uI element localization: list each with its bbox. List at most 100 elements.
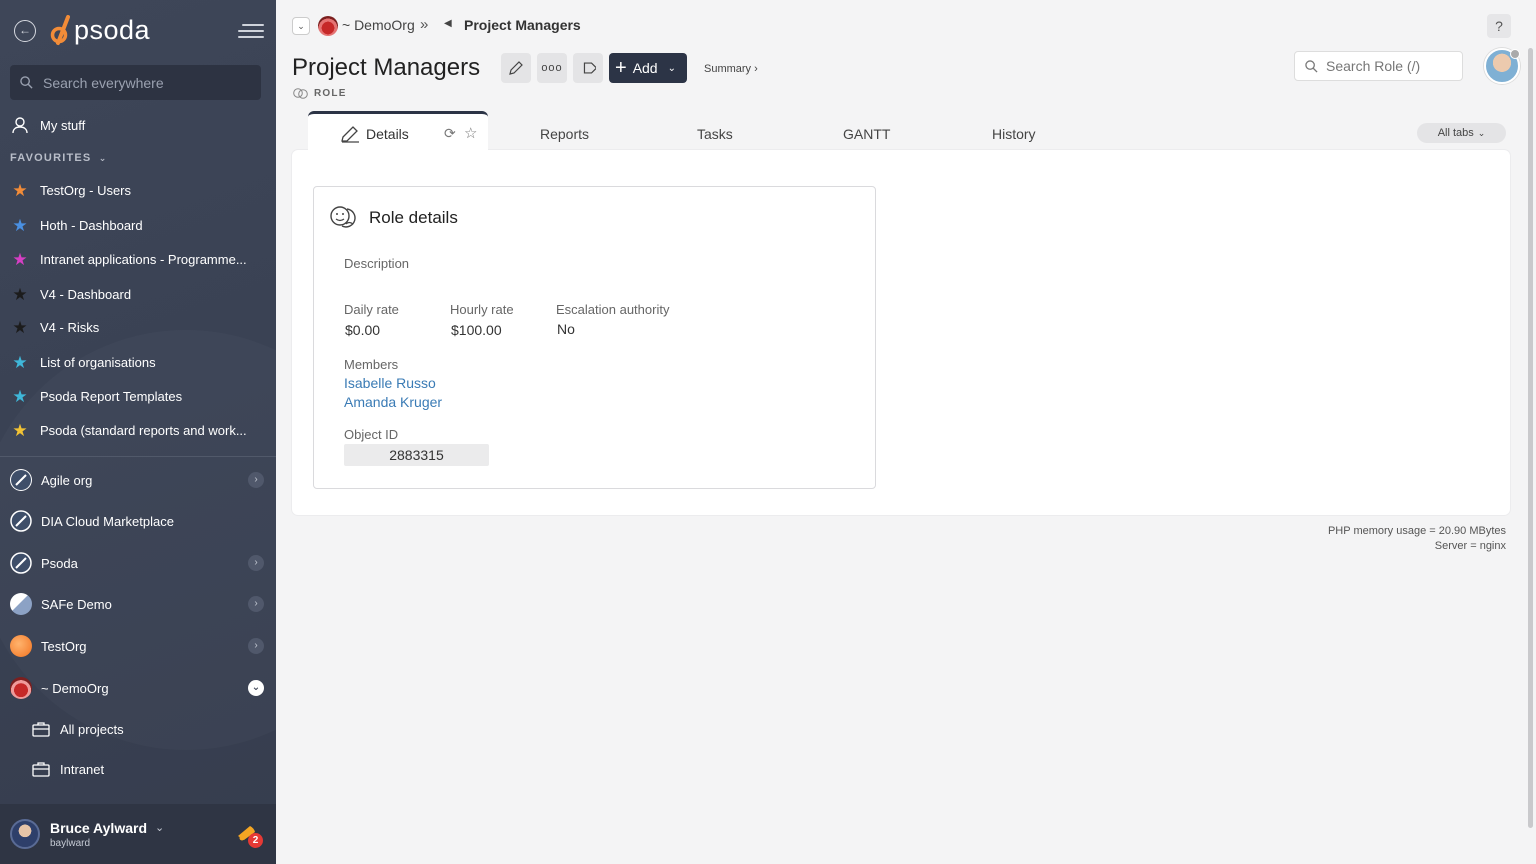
org-logo-icon [10, 469, 32, 491]
org-item-testorg[interactable]: TestOrg › [0, 626, 276, 666]
star-icon: ★ [12, 284, 28, 304]
org-item-demoorg[interactable]: ~ DemoOrg ⌄ [0, 668, 276, 708]
daily-rate-label: Daily rate [344, 302, 399, 317]
user-icon [10, 116, 30, 134]
role-search[interactable] [1294, 51, 1463, 81]
notification-count-badge: 2 [248, 833, 263, 848]
escalation-authority-value: No [557, 321, 575, 337]
chevron-right-icon[interactable]: › [248, 596, 264, 612]
chevron-down-icon: ⌄ [1477, 127, 1486, 138]
avatar [10, 819, 40, 849]
sidebar-item-all-projects[interactable]: All projects [0, 714, 276, 744]
favourite-item[interactable]: ★ Hoth - Dashboard [0, 210, 276, 240]
user-name: Bruce Aylward [50, 819, 147, 836]
favourite-item[interactable]: ★ V4 - Dashboard [0, 279, 276, 309]
description-label: Description [344, 256, 410, 271]
favourites-heading[interactable]: FAVOURITES ⌄ [10, 152, 108, 164]
chevron-down-icon[interactable]: ⌄ [248, 680, 264, 696]
org-item-dia-cloud[interactable]: DIA Cloud Marketplace [0, 501, 276, 541]
breadcrumb-dropdown[interactable]: ⌄ [292, 17, 310, 35]
star-icon: ★ [12, 249, 28, 269]
star-icon: ★ [12, 386, 28, 406]
favourite-item[interactable]: ★ List of organisations [0, 347, 276, 377]
global-search[interactable] [10, 65, 261, 100]
search-icon [20, 76, 33, 89]
members-label: Members [344, 357, 399, 372]
search-icon [1305, 59, 1318, 73]
tab-tasks[interactable]: Tasks [697, 126, 733, 142]
avatar[interactable] [1484, 48, 1520, 84]
role-details-title: Role details [369, 208, 458, 227]
member-link[interactable]: Amanda Kruger [344, 394, 442, 410]
star-outline-icon[interactable]: ☆ [464, 124, 477, 142]
chevron-right-icon[interactable]: › [248, 638, 264, 654]
hourly-rate-label: Hourly rate [450, 302, 514, 317]
org-item-safe-demo[interactable]: SAFe Demo › [0, 584, 276, 624]
org-logo-icon [10, 677, 32, 699]
sidebar-item-intranet[interactable]: Intranet [0, 754, 276, 784]
pencil-icon [341, 125, 359, 143]
org-logo-icon [318, 16, 338, 36]
pencil-icon [509, 61, 523, 75]
object-type: ROLE [293, 87, 347, 100]
add-button[interactable]: + Add ⌄ [609, 53, 687, 83]
tab-history[interactable]: History [992, 126, 1036, 142]
briefcase-icon [32, 761, 50, 777]
psoda-logo[interactable]: psoda [50, 12, 150, 48]
scrollbar-thumb[interactable] [1528, 48, 1533, 828]
role-masks-icon [293, 88, 308, 99]
user-login: baylward [50, 837, 91, 849]
refresh-icon[interactable]: ⟳ [444, 125, 456, 142]
sidebar-item-my-stuff[interactable]: My stuff [0, 110, 276, 140]
chevron-right-icon[interactable]: › [248, 555, 264, 571]
page-title: Project Managers [292, 54, 481, 81]
memory-usage: PHP memory usage = 20.90 MBytes [1327, 525, 1506, 537]
tab-gantt[interactable]: GANTT [843, 126, 890, 142]
chevron-down-icon: ⌄ [98, 153, 108, 163]
star-icon: ★ [12, 317, 28, 337]
breadcrumb-current: Project Managers [464, 17, 581, 33]
user-menu[interactable]: Bruce Aylward baylward ⌄ [0, 804, 276, 864]
favourite-item[interactable]: ★ Intranet applications - Programme... [0, 244, 276, 274]
tag-button[interactable] [573, 53, 603, 83]
star-icon: ★ [12, 420, 28, 440]
org-logo-icon [10, 552, 32, 574]
plus-icon: + [615, 56, 627, 79]
member-link[interactable]: Isabelle Russo [344, 375, 436, 391]
favourite-item[interactable]: ★ Psoda (standard reports and work... [0, 415, 276, 445]
favourite-item[interactable]: ★ TestOrg - Users [0, 175, 276, 205]
favourite-item[interactable]: ★ V4 - Risks [0, 312, 276, 342]
escalation-authority-label: Escalation authority [556, 302, 670, 317]
summary-link[interactable]: Summary › [704, 63, 758, 75]
daily-rate-value: $0.00 [345, 322, 381, 338]
favourite-item[interactable]: ★ Psoda Report Templates [0, 381, 276, 411]
caret-left-icon[interactable]: ◀ [444, 18, 452, 29]
tab-reports[interactable]: Reports [540, 126, 589, 142]
org-item-psoda[interactable]: Psoda › [0, 543, 276, 583]
role-masks-icon [329, 204, 359, 237]
chevron-down-icon: ⌄ [667, 62, 676, 74]
collapse-menu-icon[interactable] [236, 22, 264, 40]
help-button[interactable]: ? [1487, 14, 1511, 38]
sidebar: ← psoda My stuff FAVOURITES ⌄ ★TestO [0, 0, 276, 864]
org-logo-icon [10, 593, 32, 615]
global-search-input[interactable] [43, 74, 243, 91]
tab-details[interactable]: Details [308, 111, 488, 153]
breadcrumb-separator: » [420, 16, 429, 33]
sidebar-header: ← psoda [0, 0, 276, 62]
star-icon: ★ [12, 180, 28, 200]
breadcrumb-org[interactable]: ~ DemoOrg [342, 17, 415, 33]
chevron-right-icon[interactable]: › [248, 472, 264, 488]
object-id-label: Object ID [344, 427, 399, 442]
hourly-rate-value: $100.00 [451, 322, 502, 338]
role-search-input[interactable] [1326, 58, 1456, 74]
server-name: Server = nginx [1434, 540, 1506, 552]
object-id-value: 2883315 [344, 444, 489, 466]
org-item-agile-org[interactable]: Agile org › [0, 460, 276, 500]
edit-button[interactable] [501, 53, 531, 83]
chevron-down-icon: ⌄ [155, 821, 165, 834]
all-tabs-dropdown[interactable]: All tabs ⌄ [1417, 123, 1506, 143]
more-actions-button[interactable]: ooo [537, 53, 567, 83]
org-logo-icon [10, 510, 32, 532]
back-arrow-icon[interactable]: ← [14, 20, 36, 42]
